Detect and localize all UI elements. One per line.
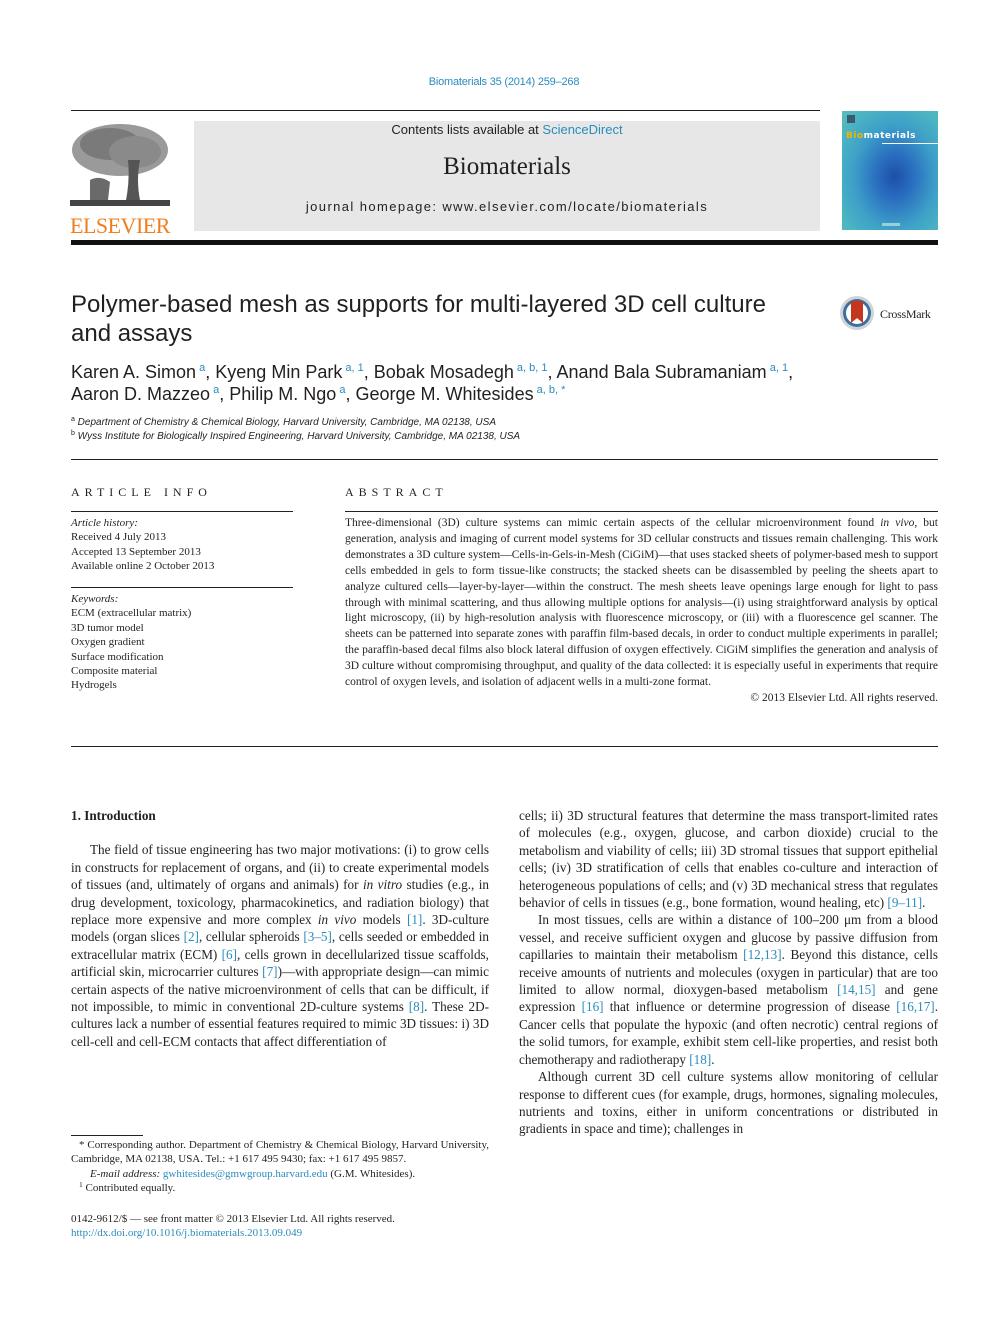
author-name: George M. Whitesides: [355, 384, 534, 404]
cover-publisher-icon: [847, 115, 855, 123]
elsevier-wordmark: ELSEVIER: [70, 213, 170, 238]
body-column-right: cells; ii) 3D structural features that d…: [519, 807, 938, 1138]
journal-reference-link[interactable]: Biomaterials 35 (2014) 259–268: [0, 76, 992, 88]
citation-link[interactable]: [7]: [262, 964, 277, 979]
citation-link[interactable]: [3–5]: [303, 929, 332, 944]
accepted-date: Accepted 13 September 2013: [71, 545, 201, 558]
author-name: Anand Bala Subramaniam: [556, 362, 767, 382]
journal-title: Biomaterials: [443, 153, 571, 180]
body-paragraph: Although current 3D cell culture systems…: [519, 1069, 938, 1137]
affiliation: a Department of Chemistry & Chemical Bio…: [71, 416, 496, 428]
abstract-paragraph: Three-dimensional (3D) culture systems c…: [345, 517, 938, 689]
keyword: Hydrogels: [71, 679, 117, 692]
issn-line: 0142-9612/$ — see front matter © 2013 El…: [71, 1213, 395, 1225]
divider: [71, 746, 938, 747]
author-name: Aaron D. Mazzeo: [71, 384, 211, 404]
body-column-left: 1. Introduction The field of tissue engi…: [71, 807, 489, 1050]
history-label: Article history:: [71, 517, 138, 529]
journal-cover-image[interactable]: Biomaterials: [842, 111, 938, 230]
cover-rule: [882, 143, 938, 144]
cover-title: Biomaterials: [846, 131, 917, 141]
article-info-heading: ARTICLE INFO: [71, 485, 212, 499]
citation-link[interactable]: [16,17]: [896, 999, 934, 1014]
citation-link[interactable]: [6]: [222, 947, 237, 962]
author-affiliation-marker[interactable]: a: [210, 384, 219, 396]
footnotes: * Corresponding author. Department of Ch…: [71, 1138, 489, 1195]
keyword: Oxygen gradient: [71, 636, 145, 649]
journal-homepage[interactable]: journal homepage: www.elsevier.com/locat…: [194, 199, 820, 214]
author-affiliation-marker[interactable]: a, b, *: [534, 384, 566, 396]
cover-footer-mark: [882, 223, 900, 226]
abstract-copyright: © 2013 Elsevier Ltd. All rights reserved…: [750, 691, 938, 704]
crossmark-button[interactable]: CrossMark: [840, 296, 940, 334]
online-date: Available online 2 October 2013: [71, 560, 215, 573]
corresponding-author-note: * Corresponding author. Department of Ch…: [71, 1139, 489, 1166]
contents-line: Contents lists available at ScienceDirec…: [194, 122, 820, 137]
author-name: Karen A. Simon: [71, 362, 197, 382]
contribution-note: 1 Contributed equally.: [79, 1179, 176, 1194]
author-affiliation-marker[interactable]: a: [336, 384, 345, 396]
body-paragraph: cells; ii) 3D structural features that d…: [519, 808, 938, 911]
journal-banner: Contents lists available at ScienceDirec…: [194, 121, 820, 231]
article-title: Polymer-based mesh as supports for multi…: [71, 291, 766, 347]
keyword: Composite material: [71, 665, 158, 678]
citation-link[interactable]: [12,13]: [743, 947, 781, 962]
contents-prefix: Contents lists available at: [391, 122, 543, 137]
divider: [71, 511, 293, 512]
affiliation: b Wyss Institute for Biologically Inspir…: [71, 430, 521, 442]
divider: [345, 511, 938, 512]
keyword: ECM (extracellular matrix): [71, 607, 192, 620]
keywords: Keywords: ECM (extracellular matrix) 3D …: [71, 592, 311, 693]
divider: [71, 587, 293, 588]
citation-link[interactable]: [16]: [582, 999, 604, 1014]
abstract-heading: ABSTRACT: [345, 485, 448, 499]
author-name: Bobak Mosadegh: [373, 362, 514, 382]
citation-link[interactable]: [2]: [184, 929, 199, 944]
article-history: Article history: Received 4 July 2013 Ac…: [71, 516, 311, 574]
header-rule: [71, 110, 820, 111]
author-affiliation-marker[interactable]: a: [196, 362, 205, 374]
body-paragraph: In most tissues, cells are within a dist…: [519, 912, 938, 1067]
keyword: Surface modification: [71, 650, 164, 663]
author-affiliation-marker[interactable]: a, 1: [342, 362, 363, 374]
citation-link[interactable]: [18]: [689, 1052, 711, 1067]
citation-link[interactable]: [1]: [407, 912, 422, 927]
header-thick-rule: [71, 240, 938, 245]
affiliation-list: a Department of Chemistry & Chemical Bio…: [71, 416, 931, 444]
author-name: Kyeng Min Park: [215, 362, 343, 382]
body-paragraph: The field of tissue engineering has two …: [71, 842, 489, 1049]
author-name: Philip M. Ngo: [229, 384, 337, 404]
email-note: E-mail address: gwhitesides@gmwgroup.har…: [90, 1167, 416, 1180]
keywords-label: Keywords:: [71, 593, 119, 605]
received-date: Received 4 July 2013: [71, 531, 167, 544]
citation-link[interactable]: [8]: [409, 999, 424, 1014]
citation-link[interactable]: [9–11]: [887, 895, 922, 910]
doi-link[interactable]: http://dx.doi.org/10.1016/j.biomaterials…: [71, 1226, 571, 1240]
elsevier-logo[interactable]: ELSEVIER: [70, 120, 171, 237]
sciencedirect-link[interactable]: ScienceDirect: [542, 122, 622, 137]
issn-block: 0142-9612/$ — see front matter © 2013 El…: [71, 1212, 571, 1241]
section-heading: 1. Introduction: [71, 808, 156, 823]
abstract-body: Three-dimensional (3D) culture systems c…: [345, 516, 938, 707]
citation-link[interactable]: [14,15]: [837, 982, 875, 997]
author-affiliation-marker[interactable]: a, 1: [767, 362, 788, 374]
author-list: Karen A. Simon a, Kyeng Min Park a, 1, B…: [71, 362, 794, 404]
author-affiliation-marker[interactable]: a, b, 1: [514, 362, 548, 374]
email-link[interactable]: gwhitesides@gmwgroup.harvard.edu: [163, 1168, 328, 1180]
divider: [71, 459, 938, 460]
footnote-rule: [71, 1135, 143, 1136]
elsevier-tree-icon: [70, 120, 170, 208]
crossmark-label: CrossMark: [880, 307, 931, 321]
keyword: 3D tumor model: [71, 621, 144, 634]
